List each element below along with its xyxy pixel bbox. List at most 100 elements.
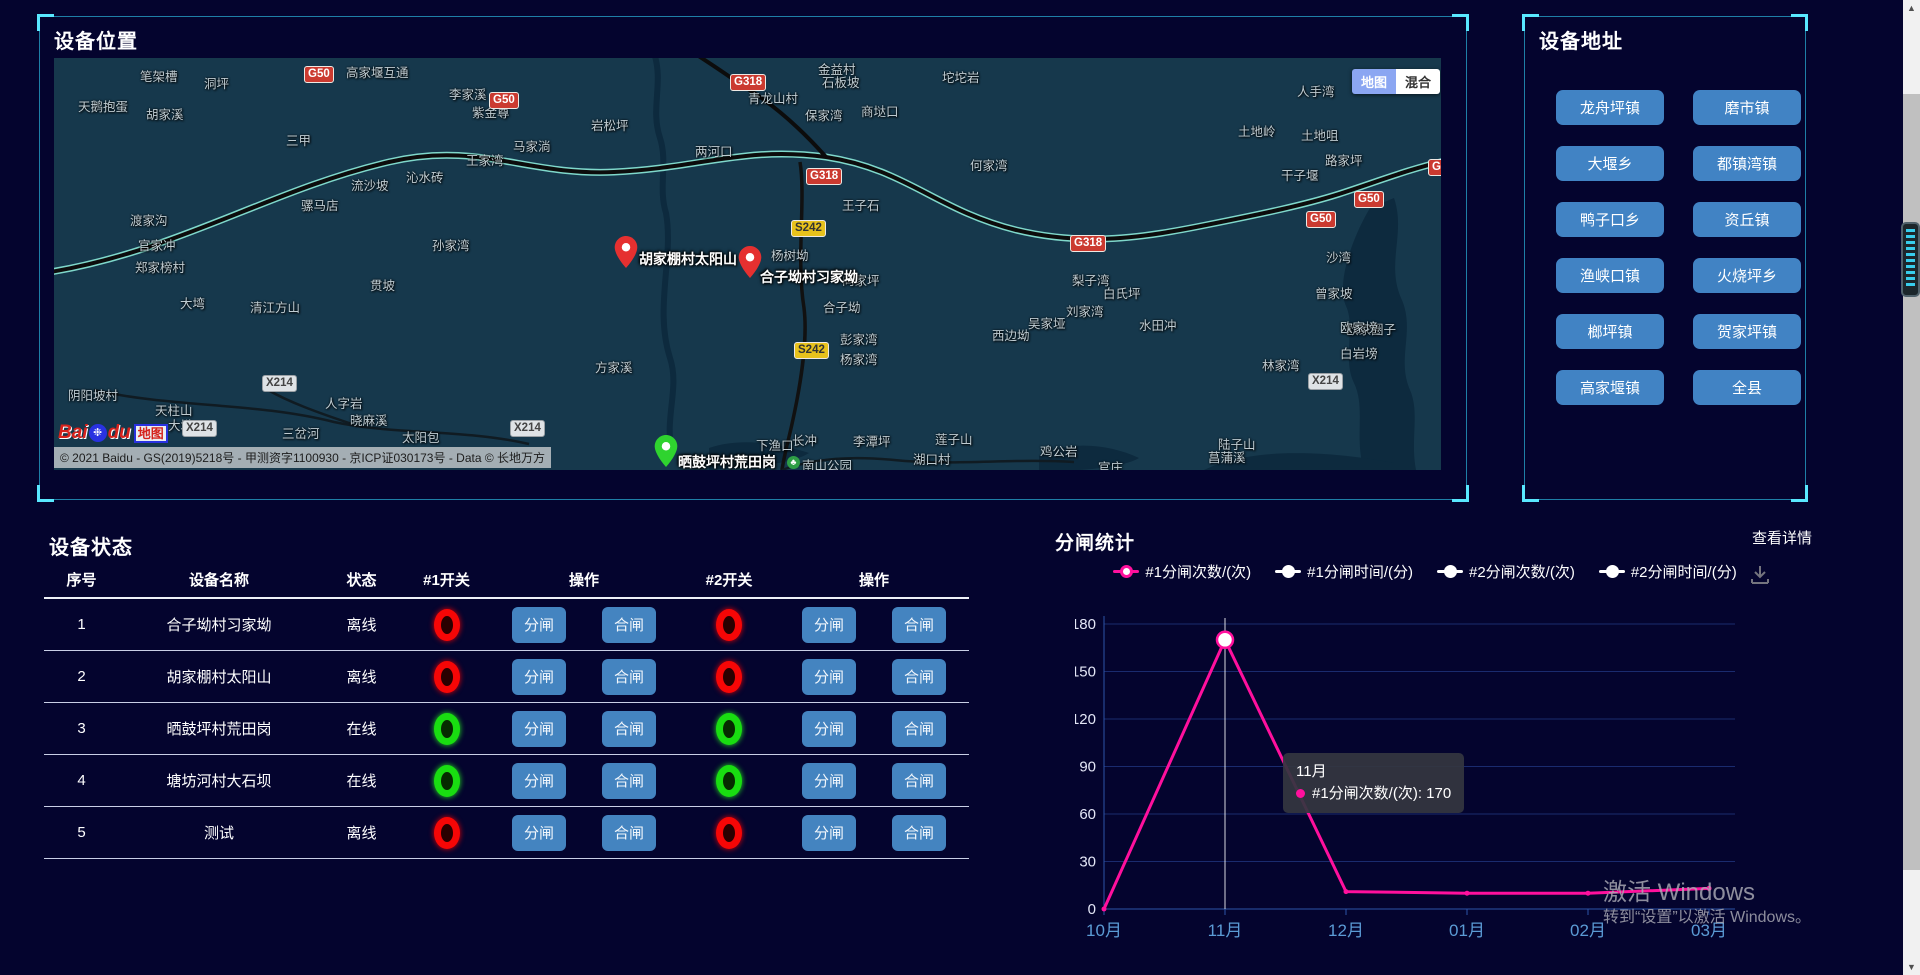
scroll-gadget[interactable] bbox=[1901, 222, 1920, 297]
table-row: 3晒鼓坪村荒田岗在线分闸合闸分闸合闸 bbox=[44, 703, 969, 755]
legend-marker-icon bbox=[1599, 565, 1625, 578]
map-marker-label: 合子坳村习家坳 bbox=[760, 267, 858, 287]
address-button-火烧坪乡[interactable]: 火烧坪乡 bbox=[1693, 258, 1801, 293]
address-button-贺家坪镇[interactable]: 贺家坪镇 bbox=[1693, 314, 1801, 349]
legend-item[interactable]: #1分闸次数/(次) bbox=[1113, 561, 1251, 582]
close-button[interactable]: 合闸 bbox=[892, 815, 946, 851]
chart-legend: #1分闸次数/(次) #1分闸时间/(分) #2分闸次数/(次) #2分闸时间/(分) bbox=[1075, 561, 1775, 582]
legend-item[interactable]: #2分闸次数/(次) bbox=[1437, 561, 1575, 582]
map-marker-pin-icon[interactable] bbox=[614, 236, 638, 268]
trip-button[interactable]: 分闸 bbox=[802, 659, 856, 695]
map-place-label: 流沙坡 bbox=[351, 175, 389, 194]
address-button-大堰乡[interactable]: 大堰乡 bbox=[1556, 146, 1664, 181]
svg-text:12月: 12月 bbox=[1328, 921, 1364, 940]
trip-button[interactable]: 分闸 bbox=[512, 711, 566, 747]
address-button-榔坪镇[interactable]: 榔坪镇 bbox=[1556, 314, 1664, 349]
logo-map-badge: 地图 bbox=[134, 424, 168, 443]
address-button-鸭子口乡[interactable]: 鸭子口乡 bbox=[1556, 202, 1664, 237]
close-button[interactable]: 合闸 bbox=[602, 607, 656, 643]
address-button-渔峡口镇[interactable]: 渔峡口镇 bbox=[1556, 258, 1664, 293]
baidu-logo: Bai ❉ du 地图 bbox=[58, 422, 168, 444]
download-icon[interactable] bbox=[1748, 563, 1772, 587]
tooltip-title: 11月 bbox=[1296, 761, 1451, 783]
tooltip-series-dot-icon bbox=[1296, 789, 1305, 798]
corner-decoration bbox=[1791, 485, 1808, 502]
map-place-label: 鸡公岩 bbox=[1040, 441, 1078, 460]
map-place-label: 彭家湾 bbox=[840, 329, 878, 348]
operations-switch1: 分闸合闸 bbox=[489, 659, 679, 695]
map-place-label: 李家溪 bbox=[449, 84, 487, 103]
svg-text:90: 90 bbox=[1079, 759, 1096, 776]
green-led-icon bbox=[716, 765, 742, 797]
scroll-up-arrow-icon[interactable]: ▲ bbox=[1903, 3, 1920, 13]
map-type-option[interactable]: 混合 bbox=[1396, 69, 1440, 94]
device-name: 合子坳村习家坳 bbox=[119, 614, 319, 635]
map-place-label: 林家湾 bbox=[1262, 355, 1300, 374]
map-place-label: 人手湾 bbox=[1297, 81, 1335, 100]
map-place-label: 何家湾 bbox=[970, 155, 1008, 174]
map-place-label: 白岩塝 bbox=[1340, 343, 1378, 362]
scrollbar-thumb[interactable] bbox=[1903, 94, 1920, 870]
view-details-link[interactable]: 查看详情 bbox=[1752, 527, 1812, 548]
legend-item[interactable]: #2分闸时间/(分) bbox=[1599, 561, 1737, 582]
close-button[interactable]: 合闸 bbox=[602, 815, 656, 851]
map-place-label: 三岔河 bbox=[282, 423, 320, 442]
map-place-label: 渡家沟 bbox=[130, 210, 168, 229]
trip-button[interactable]: 分闸 bbox=[512, 763, 566, 799]
map-place-label: 笔架槽 bbox=[140, 66, 178, 85]
map-place-label: 莲子山 bbox=[935, 429, 973, 448]
close-button[interactable]: 合闸 bbox=[892, 659, 946, 695]
switch2-indicator bbox=[679, 817, 779, 849]
address-button-磨市镇[interactable]: 磨市镇 bbox=[1693, 90, 1801, 125]
operations-switch1: 分闸合闸 bbox=[489, 815, 679, 851]
trip-button[interactable]: 分闸 bbox=[512, 607, 566, 643]
trip-button[interactable]: 分闸 bbox=[802, 815, 856, 851]
trip-button[interactable]: 分闸 bbox=[512, 659, 566, 695]
map-place-label: 刘家湾 bbox=[1066, 301, 1104, 320]
red-led-icon bbox=[716, 661, 742, 693]
dashboard: 设备位置 笔架槽洞坪高家堰互通天鹅抱蛋胡家溪李家溪紫金尊三甲流沙坡沁水砖骡马店王… bbox=[0, 0, 1920, 975]
close-button[interactable]: 合闸 bbox=[892, 763, 946, 799]
svg-text:60: 60 bbox=[1079, 806, 1096, 823]
corner-decoration bbox=[1452, 14, 1469, 31]
map-type-toggle[interactable]: 地图混合 bbox=[1352, 69, 1440, 94]
page-scrollbar[interactable]: ▲ ▼ bbox=[1903, 0, 1920, 975]
map-place-label: 吴家垭 bbox=[1028, 313, 1066, 332]
map-type-option[interactable]: 地图 bbox=[1352, 69, 1396, 94]
map-marker-pin-icon[interactable] bbox=[738, 246, 762, 278]
close-button[interactable]: 合闸 bbox=[602, 763, 656, 799]
trip-stats-chart[interactable]: 030609012015018010月11月12月01月02月03月 11月 #… bbox=[1075, 598, 1775, 963]
map-place-label: 菖蒲溪 bbox=[1208, 447, 1246, 466]
baidu-map[interactable]: 笔架槽洞坪高家堰互通天鹅抱蛋胡家溪李家溪紫金尊三甲流沙坡沁水砖骡马店王家湾马家淌… bbox=[54, 58, 1441, 470]
baidu-paw-icon: ❉ bbox=[89, 424, 107, 442]
address-button-全县[interactable]: 全县 bbox=[1693, 370, 1801, 405]
trip-button[interactable]: 分闸 bbox=[802, 711, 856, 747]
map-marker-pin-icon[interactable] bbox=[654, 435, 678, 467]
address-button-都镇湾镇[interactable]: 都镇湾镇 bbox=[1693, 146, 1801, 181]
trip-button[interactable]: 分闸 bbox=[802, 607, 856, 643]
map-place-label: 胡家溪 bbox=[146, 104, 184, 123]
close-button[interactable]: 合闸 bbox=[892, 607, 946, 643]
table-row: 1合子坳村习家坳离线分闸合闸分闸合闸 bbox=[44, 599, 969, 651]
close-button[interactable]: 合闸 bbox=[602, 659, 656, 695]
table-row: 5测试离线分闸合闸分闸合闸 bbox=[44, 807, 969, 859]
trip-button[interactable]: 分闸 bbox=[512, 815, 566, 851]
address-button-高家堰镇[interactable]: 高家堰镇 bbox=[1556, 370, 1664, 405]
scroll-down-arrow-icon[interactable]: ▼ bbox=[1903, 962, 1920, 972]
map-place-label: 白氏坪 bbox=[1103, 283, 1141, 302]
trip-button[interactable]: 分闸 bbox=[802, 763, 856, 799]
operations-switch2: 分闸合闸 bbox=[779, 815, 969, 851]
address-button-龙舟坪镇[interactable]: 龙舟坪镇 bbox=[1556, 90, 1664, 125]
logo-text: Bai bbox=[58, 422, 88, 444]
close-button[interactable]: 合闸 bbox=[892, 711, 946, 747]
column-header: 设备名称 bbox=[119, 569, 319, 590]
map-place-label: 王子石 bbox=[842, 195, 880, 214]
map-place-label: 路家坪 bbox=[1325, 150, 1363, 169]
map-place-label: 石板坡 bbox=[822, 72, 860, 91]
close-button[interactable]: 合闸 bbox=[602, 711, 656, 747]
legend-item[interactable]: #1分闸时间/(分) bbox=[1275, 561, 1413, 582]
svg-text:10月: 10月 bbox=[1086, 921, 1122, 940]
svg-text:03月: 03月 bbox=[1691, 921, 1727, 940]
address-button-资丘镇[interactable]: 资丘镇 bbox=[1693, 202, 1801, 237]
device-status: 离线 bbox=[319, 614, 404, 635]
